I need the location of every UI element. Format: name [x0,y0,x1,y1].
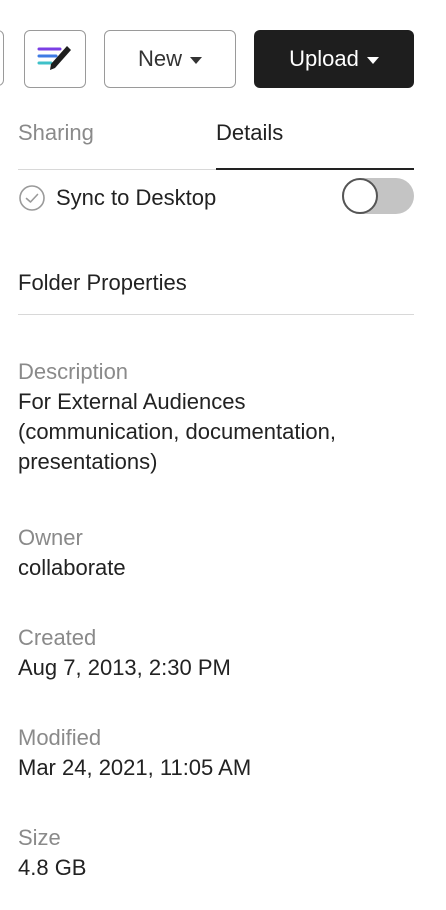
tab-details[interactable]: Details [216,120,283,146]
description-label: Description [18,359,129,384]
owner-field: Owner collaborate [18,523,414,583]
new-button-label: New [137,46,182,71]
previous-toolbar-button[interactable] [0,30,4,86]
edit-button[interactable] [24,30,86,88]
tab-bar: Sharing Details [18,110,414,170]
check-circle-icon [19,185,45,211]
created-value: Aug 7, 2013, 2:30 PM [18,655,231,680]
caret-down-icon [366,56,379,64]
owner-value: collaborate [18,555,126,580]
created-label: Created [18,625,97,650]
size-field: Size 4.8 GB [18,823,414,883]
new-button[interactable]: New [104,30,236,88]
edit-pen-icon [37,46,71,70]
folder-properties-heading: Folder Properties [18,270,187,295]
upload-button[interactable]: Upload [254,30,414,88]
description-line: (communication, documentation, [18,419,336,444]
active-tab-indicator [216,168,414,170]
size-label: Size [18,825,61,850]
description-field: Description For External Audiences (comm… [18,357,414,477]
sync-to-desktop-row: Sync to Desktop [18,178,414,218]
upload-button-label: Upload [289,46,359,71]
modified-label: Modified [18,725,102,750]
created-field: Created Aug 7, 2013, 2:30 PM [18,623,414,683]
owner-label: Owner [18,525,83,550]
modified-field: Modified Mar 24, 2021, 11:05 AM [18,723,414,783]
description-line: presentations) [18,449,158,474]
modified-value: Mar 24, 2021, 11:05 AM [18,755,252,780]
toggle-knob [342,178,378,214]
size-value: 4.8 GB [18,855,87,880]
sync-toggle[interactable] [342,178,414,214]
sync-to-desktop-label: Sync to Desktop [56,185,217,210]
tab-sharing[interactable]: Sharing [18,120,94,146]
section-divider [18,314,414,315]
description-line: For External Audiences [18,389,246,414]
caret-down-icon [190,56,202,64]
